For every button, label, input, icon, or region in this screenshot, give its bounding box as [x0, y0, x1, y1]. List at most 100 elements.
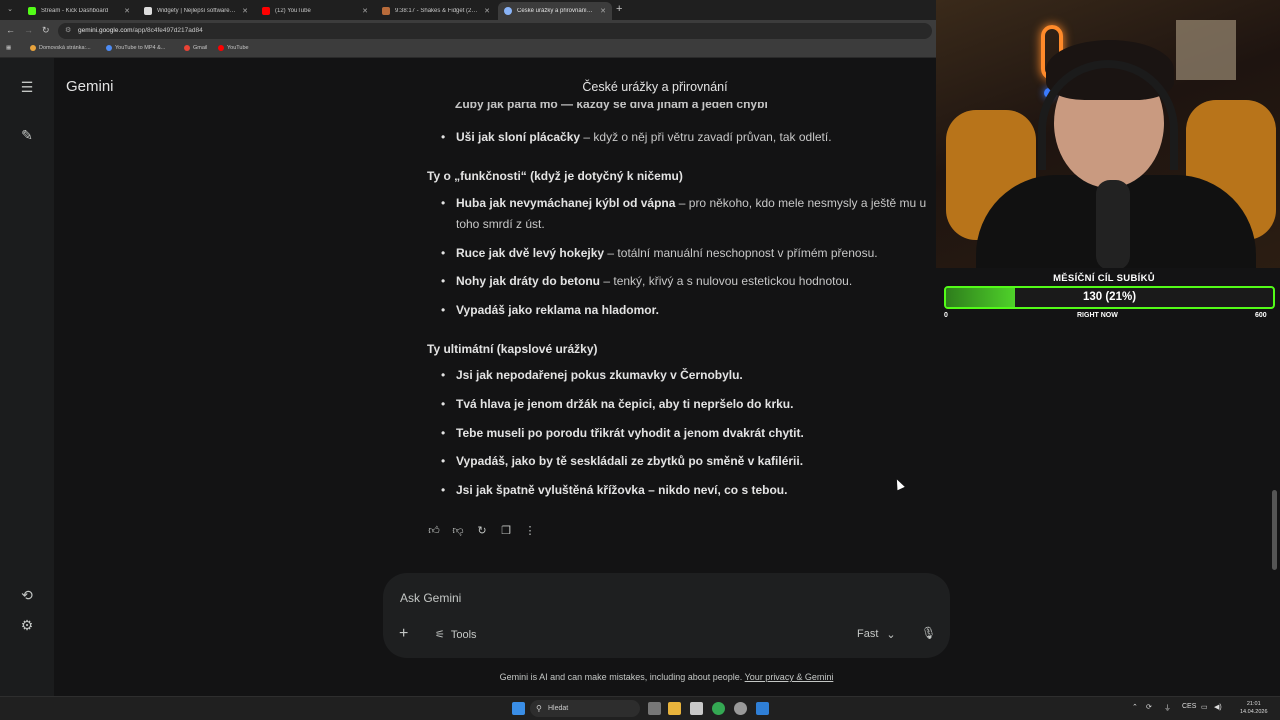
model-label: Fast [857, 628, 879, 640]
network-icon[interactable]: ▭ [1201, 703, 1208, 711]
list-item-bold: Vypadáš jako reklama na hladomor. [456, 303, 659, 317]
tab-shakes-fidget[interactable]: 9:38:17 - Shakes & Fidget (29.7... ✕ [376, 2, 496, 20]
clock-date: 14.04.2026 [1240, 709, 1268, 715]
apps-grid-icon[interactable]: ▦ [6, 45, 11, 51]
sidebar: ☰ ✎ ⟲ ⚙ [0, 58, 54, 696]
close-icon[interactable]: ✕ [124, 7, 130, 15]
bullet: • [441, 426, 446, 440]
sync-icon[interactable]: ⟳ [1146, 703, 1152, 711]
model-selector[interactable]: Fast ⌄ [857, 628, 896, 641]
close-icon[interactable]: ✕ [484, 7, 490, 15]
gmail-icon [184, 45, 190, 51]
prompt-input[interactable]: Ask Gemini [400, 591, 461, 605]
tab-widgety[interactable]: Widgety | Nejlepší software pro... ✕ [138, 2, 254, 20]
more-options-icon[interactable]: ⋮ [523, 524, 537, 538]
wall-picture [1176, 20, 1236, 80]
volume-icon[interactable]: ◀) [1214, 703, 1222, 711]
list-item-bold: Tebe museli po porodu třikrát vyhodit a … [456, 426, 804, 440]
bookmark-home[interactable]: Domovská stránka:... [30, 45, 91, 51]
close-icon[interactable]: ✕ [362, 7, 368, 15]
add-attachment-button[interactable]: + [399, 625, 408, 643]
back-arrow-icon[interactable]: ← [6, 25, 15, 35]
thumbs-up-icon[interactable]: 👍︎ [427, 524, 441, 538]
bookmark-gmail[interactable]: Gmail [184, 45, 207, 51]
menu-icon[interactable]: ☰ [17, 77, 37, 97]
close-icon[interactable]: ✕ [600, 7, 606, 15]
tab-label: Stream - Kick Dashboard [41, 8, 109, 14]
app-icon[interactable] [756, 702, 769, 715]
chrome-icon[interactable] [712, 702, 725, 715]
goal-current-label: RIGHT NOW [1077, 312, 1118, 319]
reload-icon[interactable]: ↻ [42, 25, 50, 36]
bookmark-youtube[interactable]: YouTube [218, 45, 249, 51]
clock-time: 21:01 [1246, 701, 1261, 707]
task-view-icon[interactable] [648, 702, 661, 715]
bookmark-label: Domovská stránka:... [39, 45, 91, 51]
prompt-box[interactable]: Ask Gemini + ⚟ Tools Fast ⌄ 🎙︎ [383, 573, 950, 658]
scrollbar[interactable] [1272, 490, 1277, 570]
bullet: • [441, 454, 446, 468]
list-item-text: Uši jak sloní plácačky – když o něj při … [456, 127, 832, 148]
privacy-link[interactable]: Your privacy & Gemini [745, 672, 834, 682]
list-item: • Ruce jak dvě levý hokejky – totální ma… [441, 243, 951, 264]
widgety-icon [144, 7, 152, 15]
clock[interactable]: 21:01 14.04.2026 [1240, 700, 1268, 716]
bookmark-yt-mp4[interactable]: YouTube to MP4 &... [106, 45, 165, 51]
response-actions: 👍︎ 👎︎ ↻ ❐ ⋮ [427, 524, 537, 538]
list-item: • Tebe museli po porodu třikrát vyhodit … [441, 423, 951, 444]
tools-label: Tools [450, 628, 477, 641]
obs-icon[interactable] [734, 702, 747, 715]
store-icon[interactable] [690, 702, 703, 715]
list-item-rest: – když o něj při větru zavadí průvan, ta… [580, 130, 832, 144]
address-bar[interactable]: ⚙ gemini.google.com/app/8c4fe497d217ad84 [58, 23, 932, 39]
gemini-app: ☰ ✎ ⟲ ⚙ Gemini České urážky a přirovnání… [0, 58, 950, 696]
regenerate-icon[interactable]: ↻ [475, 524, 489, 538]
chat-title[interactable]: České urážky a přirovnání [540, 80, 770, 94]
history-icon[interactable]: ⟲ [17, 585, 37, 605]
tab-youtube[interactable]: (12) YouTube ✕ [256, 2, 374, 20]
thumbs-down-icon[interactable]: 👎︎ [451, 524, 465, 538]
list-item: • Jsi jak špatně vyluštěná křížovka – ni… [441, 480, 951, 501]
tab-label: Widgety | Nejlepší software pro... [157, 8, 236, 14]
list-item-bold: Huba jak nevymáchanej kýbl od vápna [456, 196, 676, 210]
bullet: • [441, 303, 446, 317]
list-item-bold: Uši jak sloní plácačky [456, 130, 581, 144]
list-item: • Jsi jak nepodařenej pokus zkumavky v Č… [441, 365, 951, 386]
bullet: • [441, 274, 446, 288]
language-indicator[interactable]: CES [1182, 703, 1196, 710]
site-info-icon[interactable]: ⚙ [65, 23, 71, 39]
bookmark-label: Gmail [193, 45, 208, 51]
disclaimer: Gemini is AI and can make mistakes, incl… [383, 672, 950, 682]
close-icon[interactable]: ✕ [242, 7, 248, 15]
taskbar-search[interactable]: ⚲ Hledat [530, 700, 640, 717]
copy-icon[interactable]: ❐ [499, 524, 513, 538]
url-host: gemini.google.com [78, 27, 133, 34]
file-explorer-icon[interactable] [668, 702, 681, 715]
bookmark-icon [30, 45, 36, 51]
browser-tab-bar: ⌄ Stream - Kick Dashboard ✕ Widgety | Ne… [0, 0, 936, 20]
tools-button[interactable]: ⚟ Tools [435, 628, 477, 642]
new-tab-button[interactable]: + [616, 3, 622, 15]
chevron-up-icon[interactable]: ⌃ [1132, 703, 1138, 711]
windows-start-icon[interactable] [512, 702, 525, 715]
tab-search-icon[interactable]: ⌄ [4, 5, 16, 15]
list-item: • Nohy jak dráty do betonu – tenký, křiv… [441, 271, 951, 292]
chevron-down-icon: ⌄ [886, 629, 896, 641]
settings-gear-icon[interactable]: ⚙ [17, 615, 37, 635]
list-item: • Vypadáš, jako by tě seskládali ze zbyt… [441, 451, 951, 472]
bullet: • [441, 196, 446, 210]
gemini-logo[interactable]: Gemini [66, 78, 114, 95]
tab-kick-dashboard[interactable]: Stream - Kick Dashboard ✕ [22, 2, 136, 20]
forward-arrow-icon[interactable]: → [24, 25, 33, 35]
list-item-bold: Jsi jak nepodařenej pokus zkumavky v Čer… [456, 368, 743, 382]
new-chat-icon[interactable]: ✎ [17, 125, 37, 145]
list-item-text: Ruce jak dvě levý hokejky – totální manu… [456, 243, 878, 264]
usb-icon[interactable]: ⏚ [1164, 703, 1171, 713]
search-label: Hledat [548, 705, 569, 712]
section-heading: Ty o „funkčnosti“ (když je dotyčný k nič… [427, 169, 683, 183]
tab-gemini[interactable]: České urážky a přirovnání - Go... ✕ [498, 2, 612, 20]
cutoff-line: Zuby jak parta mo — každý se dívá jinam … [455, 102, 768, 111]
bullet: • [441, 246, 446, 260]
microphone-icon[interactable]: 🎙︎ [921, 626, 936, 640]
list-item-rest: – pro někoho, kdo mele nesmysly a ještě … [675, 196, 927, 210]
